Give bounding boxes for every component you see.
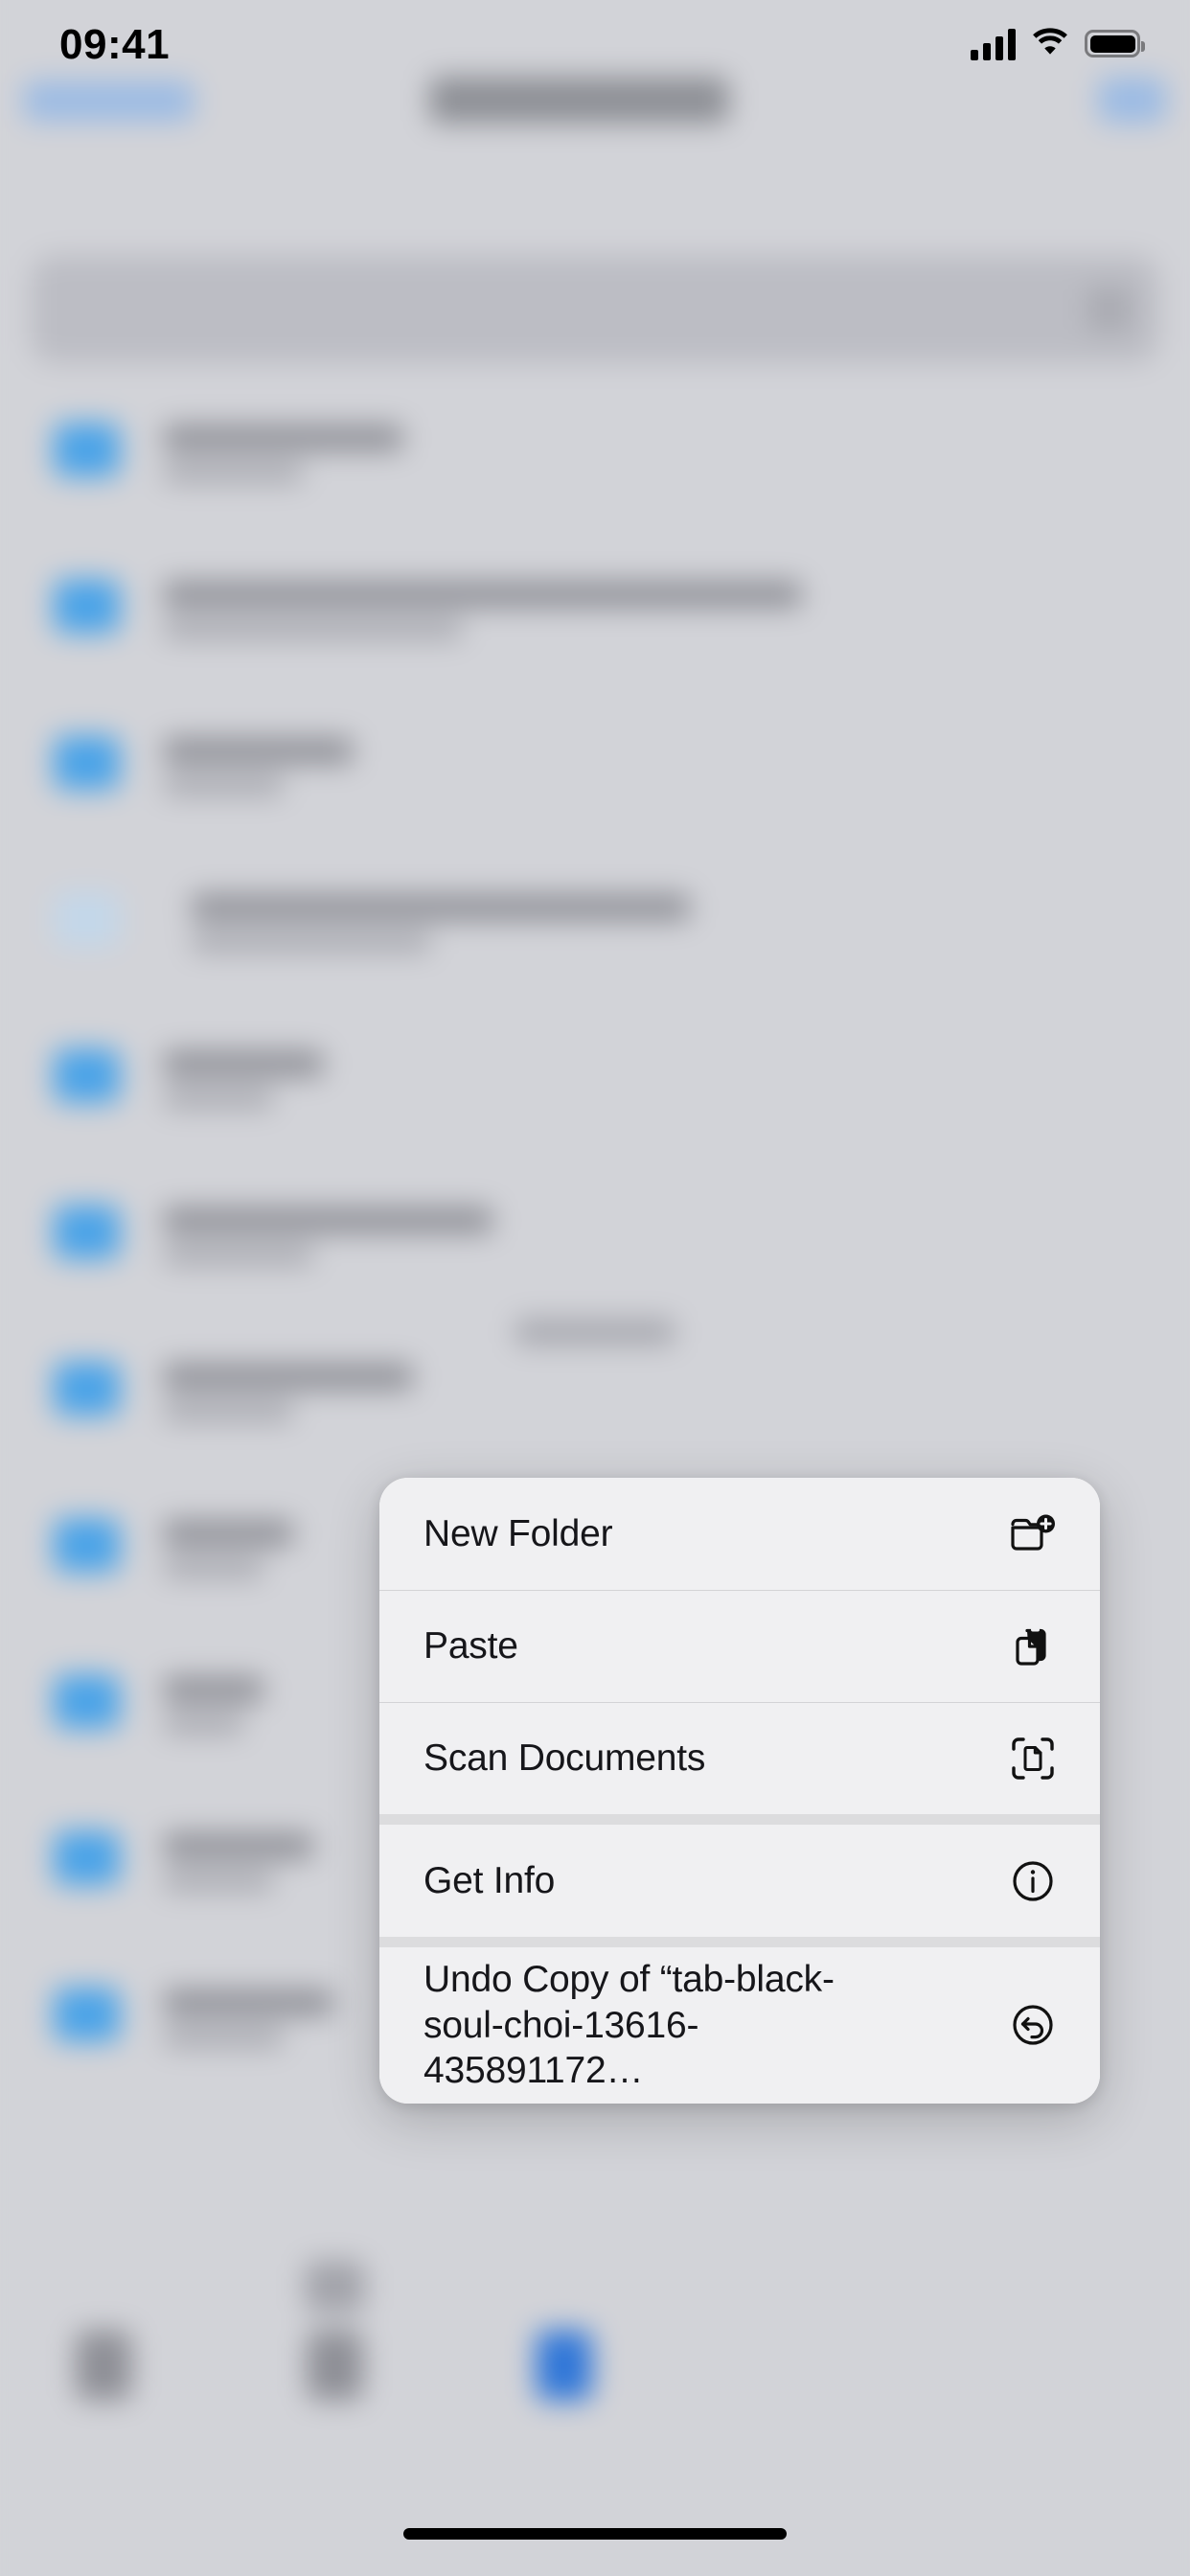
undo-circle-icon: [1008, 2000, 1058, 2050]
folder-icon: [54, 1988, 120, 2042]
list-item-subtitle: [163, 1714, 243, 1735]
document-icon: [54, 892, 120, 947]
menu-item-get-info[interactable]: Get Info: [379, 1825, 1100, 1937]
list-item-subtitle: [163, 462, 304, 483]
context-menu-group: Get Info: [379, 1825, 1100, 1937]
list-item-subtitle: [163, 1401, 293, 1422]
menu-item-new-folder[interactable]: New Folder: [379, 1478, 1100, 1590]
status-bar-clock: 09:41: [59, 21, 171, 68]
folder-icon: [54, 1674, 120, 1729]
toolbar-badge: [305, 2261, 365, 2313]
list-item-title: [163, 1832, 313, 1859]
status-bar: 09:41: [0, 0, 1190, 105]
list-item-subtitle: [163, 2027, 284, 2048]
list-item-title: [163, 581, 802, 608]
folder-icon: [54, 1830, 120, 1885]
list-item-title: [163, 1990, 333, 2016]
list-item-subtitle: [163, 1557, 263, 1578]
menu-item-label: Scan Documents: [423, 1736, 706, 1779]
info-circle-icon: [1008, 1856, 1058, 1906]
search-input[interactable]: [31, 255, 1159, 363]
list-item[interactable]: [0, 1013, 1190, 1169]
list-item[interactable]: [0, 1169, 1190, 1325]
context-menu[interactable]: New Folder Paste Scan Documents Get Info…: [379, 1478, 1100, 2104]
toolbar-folder-button[interactable]: [307, 2330, 363, 2401]
folder-icon: [54, 1048, 120, 1103]
toolbar-share-button[interactable]: [76, 2330, 132, 2401]
list-item-title: [163, 1676, 263, 1703]
list-item-title: [163, 1364, 413, 1391]
home-indicator: [403, 2528, 787, 2540]
toolbar-action-button[interactable]: [536, 2330, 592, 2401]
context-menu-group-separator: [379, 1814, 1100, 1825]
list-item-subtitle: [163, 1089, 274, 1109]
list-item-title: [163, 1050, 324, 1077]
list-item-title: [163, 737, 354, 764]
context-menu-group-separator: [379, 1937, 1100, 1947]
wifi-icon: [1031, 27, 1069, 60]
menu-item-label: Undo Copy of “tab-black-soul-choi-13616-…: [423, 1959, 835, 2092]
scan-documents-icon: [1008, 1734, 1058, 1783]
menu-item-undo-copy[interactable]: Undo Copy of “tab-black-soul-choi-13616-…: [379, 1947, 1100, 2104]
menu-item-label: Paste: [423, 1624, 518, 1667]
list-item-subtitle: [163, 1245, 313, 1266]
list-item-subtitle: [191, 932, 431, 953]
list-item[interactable]: [0, 543, 1190, 700]
list-item-subtitle: [163, 1871, 274, 1892]
list-item[interactable]: [0, 857, 1190, 1013]
folder-icon: [54, 735, 120, 790]
bottom-toolbar: [0, 2261, 1190, 2450]
folder-icon: [54, 1518, 120, 1573]
folder-icon: [54, 423, 120, 477]
paste-icon: [1008, 1622, 1058, 1671]
folder-icon: [54, 579, 120, 633]
list-item-title: [191, 894, 690, 921]
list-item-title: [163, 1520, 293, 1547]
folder-icon: [54, 1205, 120, 1259]
status-bar-indicators: [971, 27, 1145, 60]
list-item-title: [163, 425, 403, 451]
signal-bars-icon: [971, 28, 1016, 60]
context-menu-group: Undo Copy of “tab-black-soul-choi-13616-…: [379, 1947, 1100, 2104]
menu-item-paste[interactable]: Paste: [379, 1590, 1100, 1702]
folder-icon: [54, 1361, 120, 1416]
item-count-label: [0, 1319, 1190, 1352]
battery-full-icon: [1085, 30, 1145, 58]
list-item-subtitle: [163, 775, 284, 796]
list-item-title: [163, 1207, 492, 1233]
menu-item-label: New Folder: [423, 1512, 613, 1554]
list-item[interactable]: [0, 387, 1190, 543]
list-item-subtitle: [163, 619, 463, 639]
blurred-app-backdrop: [0, 0, 1190, 2576]
microphone-icon[interactable]: [1087, 287, 1132, 332]
new-folder-icon: [1008, 1509, 1058, 1559]
menu-item-label: Get Info: [423, 1859, 556, 1901]
context-menu-group: New Folder Paste Scan Documents: [379, 1478, 1100, 1814]
list-item[interactable]: [0, 700, 1190, 856]
menu-item-scan-documents[interactable]: Scan Documents: [379, 1702, 1100, 1814]
